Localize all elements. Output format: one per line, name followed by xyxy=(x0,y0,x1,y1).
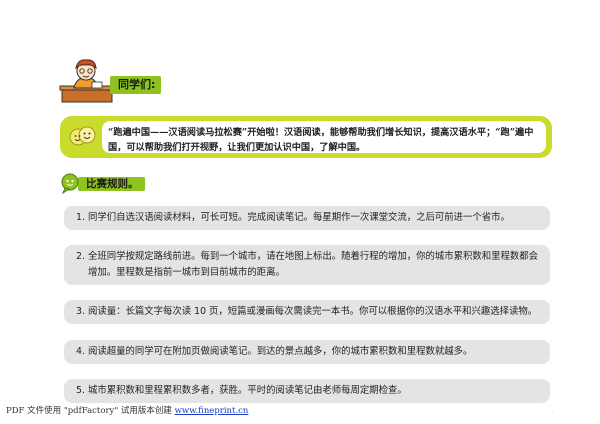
footer-text: PDF 文件使用 "pdfFactory" 试用版本创建 xyxy=(6,406,175,416)
greeting-badge: 同学们: xyxy=(110,76,162,94)
rule-number: 4. xyxy=(76,346,85,357)
pdf-footer: PDF 文件使用 "pdfFactory" 试用版本创建 www.finepri… xyxy=(6,404,248,416)
rule-number: 1. xyxy=(76,212,85,223)
teacher-illustration-icon xyxy=(59,59,114,103)
rule-text: 全班同学按规定路线前进。每到一个城市，请在地图上标出。随着行程的增加，你的城市累… xyxy=(88,251,539,278)
rule-item: 1. 同学们自选汉语阅读材料，可长可短。完成阅读笔记。每星期作一次课堂交流，之后… xyxy=(64,206,550,230)
rule-text: 阅读超量的同学可在附加页做阅读笔记。到达的景点越多，你的城市累积数和里程数就越多… xyxy=(88,346,473,357)
footer-link[interactable]: www.fineprint.cn xyxy=(175,406,249,416)
rule-text: 城市累积数和里程累积数多者，获胜。平时的阅读笔记由老师每周定期检查。 xyxy=(88,385,407,396)
rule-number: 3. xyxy=(76,306,85,317)
rule-item: 2. 全班同学按规定路线前进。每到一个城市，请在地图上标出。随着行程的增加，你的… xyxy=(64,245,550,285)
smiley-faces-icon xyxy=(69,126,96,146)
rule-text: 同学们自选汉语阅读材料，可长可短。完成阅读笔记。每星期作一次课堂交流，之后可前进… xyxy=(88,212,510,223)
rule-item: 4. 阅读超量的同学可在附加页做阅读笔记。到达的景点越多，你的城市累积数和里程数… xyxy=(64,340,550,364)
intro-text: “跑遍中国——汉语阅读马拉松赛”开始啦！汉语阅读，能够帮助我们增长知识，提高汉语… xyxy=(108,127,534,153)
rule-number: 2. xyxy=(76,251,85,262)
rule-item: 5. 城市累积数和里程累积数多者，获胜。平时的阅读笔记由老师每周定期检查。 xyxy=(64,379,550,403)
rule-item: 3. 阅读量：长篇文字每次读 10 页，短篇或漫画每次需读完一本书。你可以根据你… xyxy=(64,300,550,324)
intro-banner: “跑遍中国——汉语阅读马拉松赛”开始啦！汉语阅读，能够帮助我们增长知识，提高汉语… xyxy=(60,116,552,158)
page-mark: · xyxy=(552,409,554,414)
rules-title: 比赛规则。 xyxy=(78,177,145,191)
rule-text: 阅读量：长篇文字每次读 10 页，短篇或漫画每次需读完一本书。你可以根据你的汉语… xyxy=(88,306,538,317)
rules-heading: 比赛规则。 xyxy=(60,172,170,194)
rule-number: 5. xyxy=(76,385,85,396)
greeting-header: 同学们: xyxy=(58,58,168,104)
chat-bubble-icon xyxy=(61,173,79,194)
